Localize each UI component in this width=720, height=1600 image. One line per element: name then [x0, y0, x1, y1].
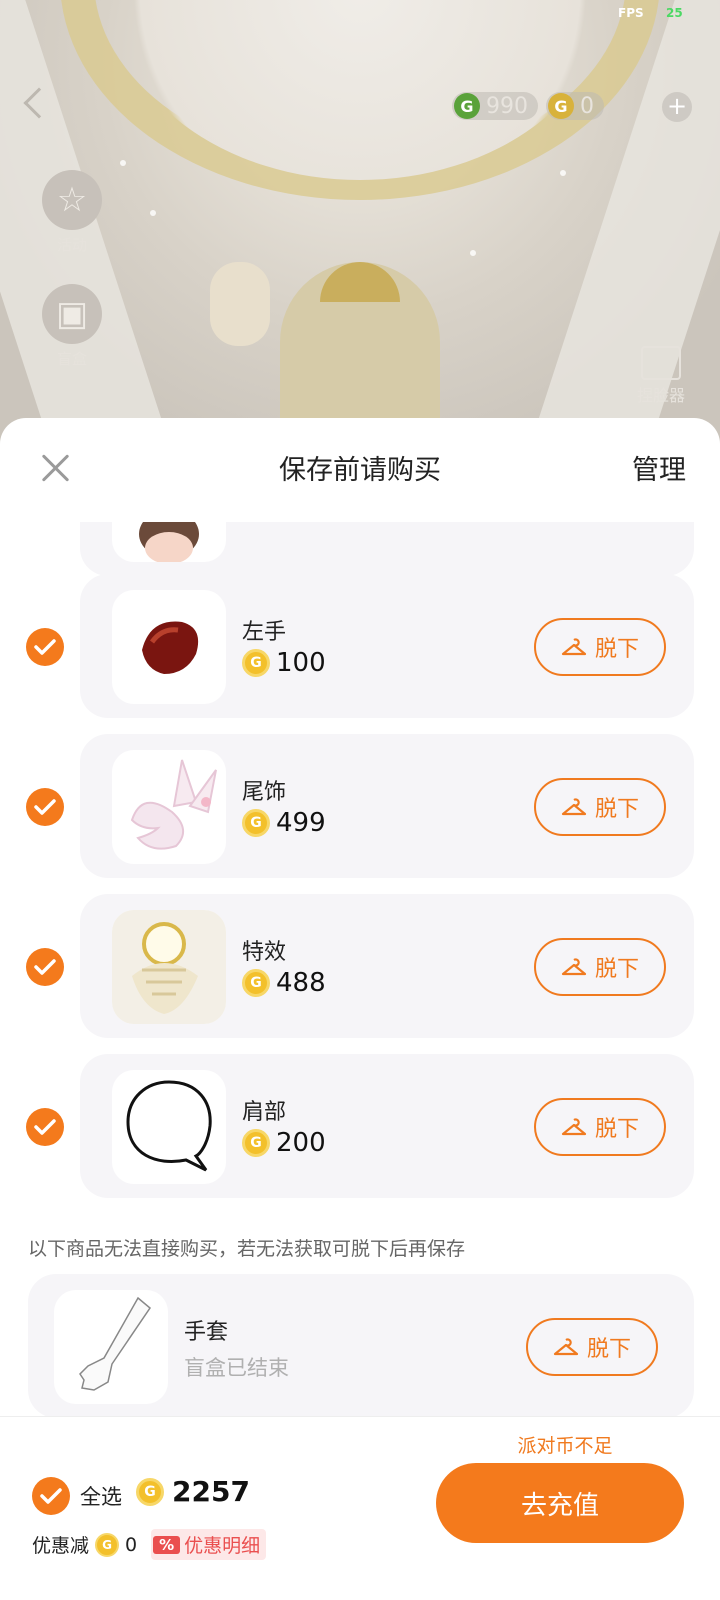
select-all-label[interactable]: 全选	[80, 1481, 122, 1511]
item-name: 手套	[184, 1320, 229, 1345]
side-entry-label: 盲盒	[56, 350, 87, 368]
sheet-title: 保存前请购买	[279, 455, 441, 486]
item-name: 尾饰	[242, 780, 287, 805]
item-status: 盲盒已结束	[184, 1356, 289, 1380]
item-price-value: 499	[276, 808, 326, 838]
coin-icon: G	[95, 1532, 120, 1557]
coin-icon: G	[242, 649, 270, 677]
hanger-icon	[561, 958, 587, 976]
discount-value: 0	[125, 1533, 138, 1556]
edit-icon	[641, 346, 681, 380]
list-item: 肩部 G 200 脱下	[80, 1054, 694, 1198]
hanger-icon	[561, 638, 587, 656]
right-entry-label: 捏脸器	[636, 386, 685, 405]
green-currency-value: 990	[486, 93, 528, 119]
manage-button[interactable]: 管理	[632, 448, 686, 487]
item-thumbnail	[112, 590, 226, 704]
take-off-button[interactable]: 脱下	[526, 1318, 658, 1376]
side-entry-blindbox[interactable]: ▣ 盲盒	[38, 284, 106, 369]
item-checkbox[interactable]	[26, 788, 64, 826]
right-entry-face-editor[interactable]: 捏脸器	[626, 346, 696, 406]
hanger-icon	[561, 1118, 587, 1136]
item-thumbnail	[112, 910, 226, 1024]
gold-currency-pill: G 0	[546, 92, 604, 120]
item-checkbox[interactable]	[26, 948, 64, 986]
gift-box-icon: ▣	[42, 284, 102, 344]
take-off-button[interactable]: 脱下	[534, 938, 666, 996]
list-item: 尾饰 G 499 脱下	[80, 734, 694, 878]
discount-row: 优惠减 G 0 % 优惠明细	[32, 1529, 267, 1560]
hanger-icon	[561, 798, 587, 816]
item-price-value: 488	[276, 968, 326, 998]
take-off-label: 脱下	[594, 797, 639, 822]
green-coin-icon: G	[454, 93, 480, 119]
item-price-value: 200	[276, 1128, 326, 1158]
take-off-button[interactable]: 脱下	[534, 778, 666, 836]
side-entry-activity[interactable]: ☆ 活动	[38, 170, 106, 255]
list-item: 特效 G 488 脱下	[80, 894, 694, 1038]
side-entry-label: 活动	[56, 236, 87, 254]
item-price-value: 100	[276, 648, 326, 678]
gold-currency-value: 0	[580, 93, 594, 119]
item-price: G 100	[242, 648, 326, 678]
unpurchasable-note: 以下商品无法直接购买，若无法获取可脱下后再保存	[28, 1238, 466, 1260]
add-currency-button[interactable]: +	[662, 92, 692, 122]
hanger-icon	[553, 1338, 579, 1356]
item-thumbnail	[112, 750, 226, 864]
total-price-value: 2257	[172, 1475, 250, 1508]
take-off-label: 脱下	[594, 1117, 639, 1142]
sparkle	[560, 170, 566, 176]
list-item-partial	[80, 522, 694, 576]
take-off-button[interactable]: 脱下	[534, 618, 666, 676]
coin-icon: G	[242, 809, 270, 837]
item-checkbox[interactable]	[26, 1108, 64, 1146]
fps-value: 25	[666, 6, 683, 20]
checkout-footer: 派对币不足 全选 G 2257 优惠减 G 0 % 优惠明细 去充值	[0, 1416, 720, 1600]
list-item: 左手 G 100 脱下	[80, 574, 694, 718]
discount-label: 优惠减	[32, 1535, 90, 1557]
insufficient-balance-text: 派对币不足	[517, 1435, 613, 1457]
item-list[interactable]: 左手 G 100 脱下 尾饰 G 499 脱下 特效 G 488 脱下 肩部 G…	[0, 522, 720, 1522]
list-item-unpurchasable: 手套 盲盒已结束 脱下	[28, 1274, 694, 1418]
lucky-cat-figure	[210, 262, 270, 346]
item-price: G 499	[242, 808, 326, 838]
item-name: 左手	[242, 620, 287, 645]
item-price: G 488	[242, 968, 326, 998]
sparkle	[150, 210, 156, 216]
take-off-label: 脱下	[594, 957, 639, 982]
take-off-label: 脱下	[586, 1337, 631, 1362]
take-off-label: 脱下	[594, 637, 639, 662]
take-off-button[interactable]: 脱下	[534, 1098, 666, 1156]
discount-detail-button[interactable]: % 优惠明细	[151, 1529, 267, 1560]
game-scene-background: FPS 25 G 990 G 0 + ☆ 活动 ▣ 盲盒 捏脸器	[0, 0, 720, 440]
coin-icon: G	[242, 1129, 270, 1157]
gold-coin-icon: G	[548, 93, 574, 119]
select-all-checkbox[interactable]	[32, 1477, 70, 1515]
item-thumbnail	[112, 1070, 226, 1184]
item-thumbnail	[54, 1290, 168, 1404]
coin-icon: G	[136, 1477, 164, 1506]
item-price: G 200	[242, 1128, 326, 1158]
coin-icon: G	[242, 969, 270, 997]
total-price: G 2257	[136, 1475, 250, 1508]
discount-detail-label: 优惠明细	[184, 1535, 261, 1557]
star-icon: ☆	[42, 170, 102, 230]
currency-bar: G 990 G 0	[452, 92, 604, 120]
sparkle	[120, 160, 126, 166]
item-name: 特效	[242, 940, 287, 965]
percent-icon: %	[153, 1535, 181, 1554]
fps-label: FPS	[618, 6, 644, 20]
item-name: 肩部	[242, 1100, 287, 1125]
recharge-button[interactable]: 去充值	[436, 1463, 684, 1543]
item-checkbox[interactable]	[26, 628, 64, 666]
green-currency-pill: G 990	[452, 92, 538, 120]
item-thumbnail	[112, 522, 226, 562]
sparkle	[470, 250, 476, 256]
sheet-header: 保存前请购买 管理	[0, 418, 720, 522]
